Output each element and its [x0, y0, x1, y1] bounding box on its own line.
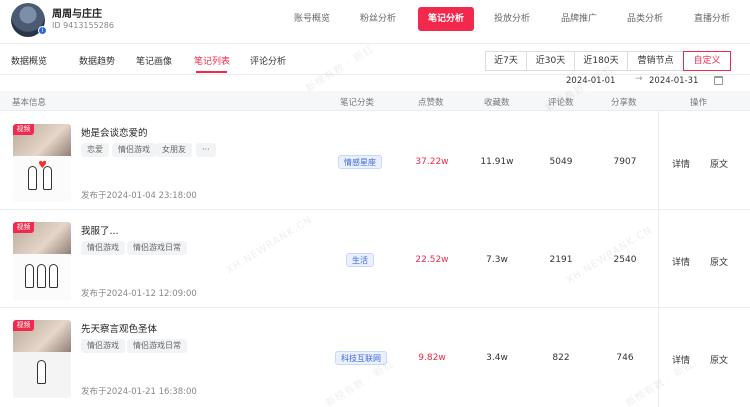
verified-badge-icon: i — [38, 26, 47, 35]
detail-link[interactable]: 详情 — [672, 353, 690, 366]
column-header-actions: 操作 — [690, 98, 708, 108]
table-row: 视频 我服了... 情侣游戏 情侣游戏日常 发布于2024-01-12 12:0… — [0, 210, 750, 308]
detail-link[interactable]: 详情 — [672, 255, 690, 268]
video-badge: 视频 — [13, 320, 34, 331]
top-header: i 周周与庄庄 ID 9413155286 账号概览 粉丝分析 笔记分析 投放分… — [0, 0, 750, 44]
nav-tab-account-overview[interactable]: 账号概览 — [284, 7, 340, 31]
more-tags-button[interactable]: ··· — [196, 143, 216, 157]
comments-count: 2191 — [549, 255, 573, 265]
shares-count: 7907 — [613, 157, 637, 167]
note-thumbnail[interactable]: ♥ 视频 — [13, 124, 71, 202]
subtab-note-list[interactable]: 笔记列表 — [194, 54, 230, 67]
detail-link[interactable]: 详情 — [672, 157, 690, 170]
category-badge: 生活 — [346, 253, 374, 267]
note-tag: 恋爱 — [81, 143, 109, 157]
favorites-count: 7.3w — [486, 255, 508, 265]
nav-tab-brand-promotion[interactable]: 品牌推广 — [551, 7, 607, 31]
note-tag: 情侣游戏 — [112, 143, 156, 157]
note-title[interactable]: 我服了... — [81, 223, 119, 237]
active-subtab-indicator — [196, 71, 227, 73]
publish-time: 发布于2024-01-04 23:18:00 — [81, 191, 197, 201]
favorites-count: 11.91w — [480, 157, 514, 167]
note-tag: 情侣游戏 — [81, 339, 125, 353]
marketing-node-button[interactable]: 营销节点 — [627, 51, 684, 71]
account-id: ID 9413155286 — [52, 21, 114, 30]
comments-count: 822 — [552, 353, 570, 363]
end-date-input[interactable]: 2024-01-31 — [649, 76, 698, 86]
range-180-days-button[interactable]: 近180天 — [574, 51, 628, 71]
heart-icon: ♥ — [38, 160, 47, 171]
calendar-icon[interactable] — [714, 76, 723, 85]
comments-count: 5049 — [549, 157, 573, 167]
note-tag: 女朋友 — [156, 143, 192, 157]
column-header-favorites[interactable]: 收藏数 — [484, 96, 510, 108]
original-link[interactable]: 原文 — [710, 255, 728, 268]
publish-time: 发布于2024-01-12 12:09:00 — [81, 289, 197, 299]
start-date-input[interactable]: 2024-01-01 — [566, 76, 615, 86]
note-thumbnail[interactable]: 视频 — [13, 222, 71, 300]
shares-count: 2540 — [613, 255, 637, 265]
nav-tab-category-analysis[interactable]: 品类分析 — [617, 7, 673, 31]
account-name: 周周与庄庄 — [52, 9, 102, 20]
table-row: ♥ 视频 她是会谈恋爱的 恋爱 情侣游戏 女朋友 ··· 发布于2024-01-… — [0, 112, 750, 210]
range-7-days-button[interactable]: 近7天 — [485, 51, 527, 71]
note-tag: 情侣游戏 — [81, 241, 125, 255]
arrow-right-icon: → — [635, 74, 643, 84]
nav-tab-live-analysis[interactable]: 直播分析 — [684, 7, 740, 31]
table-header: 基本信息 笔记分类 点赞数 收藏数 评论数 分享数 操作 — [0, 91, 750, 111]
likes-count: 22.52w — [415, 255, 449, 265]
note-title[interactable]: 她是会谈恋爱的 — [81, 125, 148, 139]
subtab-data-overview[interactable]: 数据概览 — [11, 54, 47, 67]
column-header-basic-info: 基本信息 — [12, 98, 47, 108]
likes-count: 37.22w — [415, 157, 449, 167]
note-title[interactable]: 先天察言观色圣体 — [81, 321, 157, 335]
column-header-category: 笔记分类 — [340, 98, 375, 108]
category-badge: 情感星座 — [338, 155, 382, 169]
publish-time: 发布于2024-01-21 16:38:00 — [81, 387, 197, 397]
table-row: 视频 先天察言观色圣体 情侣游戏 情侣游戏日常 发布于2024-01-21 16… — [0, 308, 750, 407]
column-header-comments[interactable]: 评论数 — [548, 96, 574, 108]
subtab-note-profile[interactable]: 笔记画像 — [136, 54, 172, 67]
likes-count: 9.82w — [418, 353, 446, 363]
note-tag: 情侣游戏日常 — [127, 339, 187, 353]
original-link[interactable]: 原文 — [710, 353, 728, 366]
category-badge: 科技互联网 — [335, 351, 387, 365]
video-badge: 视频 — [13, 222, 34, 233]
note-tag: 情侣游戏日常 — [127, 241, 187, 255]
date-range-picker[interactable]: 2024-01-01 → 2024-01-31 — [559, 74, 730, 89]
original-link[interactable]: 原文 — [710, 157, 728, 170]
column-header-likes[interactable]: 点赞数 — [418, 96, 444, 108]
shares-count: 746 — [616, 353, 634, 363]
subtab-comment-analysis[interactable]: 评论分析 — [250, 54, 286, 67]
range-30-days-button[interactable]: 近30天 — [526, 51, 575, 71]
subtab-data-trend[interactable]: 数据趋势 — [79, 54, 115, 67]
favorites-count: 3.4w — [486, 353, 508, 363]
custom-range-button[interactable]: 自定义 — [683, 51, 731, 71]
nav-tab-placement-analysis[interactable]: 投放分析 — [484, 7, 540, 31]
nav-tab-note-analysis[interactable]: 笔记分析 — [418, 7, 474, 31]
nav-tab-fan-analysis[interactable]: 粉丝分析 — [350, 7, 406, 31]
video-badge: 视频 — [13, 124, 34, 135]
column-header-shares[interactable]: 分享数 — [611, 96, 637, 108]
note-thumbnail[interactable]: 视频 — [13, 320, 71, 398]
